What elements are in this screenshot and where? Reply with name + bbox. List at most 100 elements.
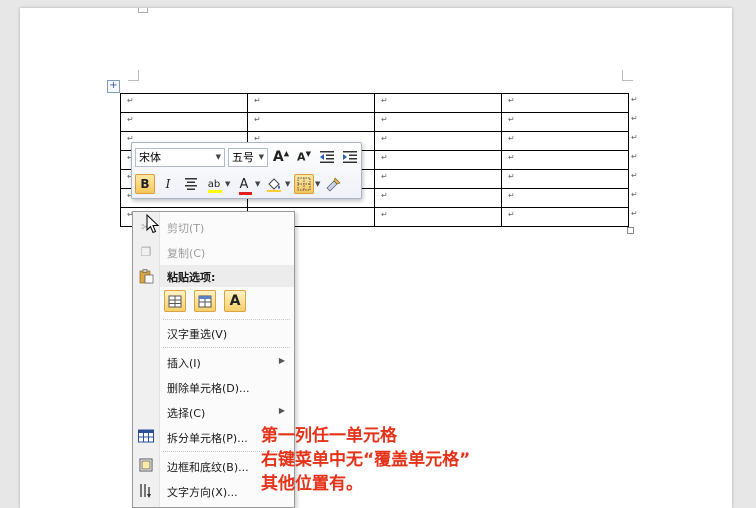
menu-item-copy[interactable]: ❐ 复制(C) <box>133 241 294 263</box>
row-end-mark-icon: ↵ <box>631 133 638 142</box>
table-cell[interactable]: ↵ <box>501 93 629 113</box>
annotation-line-3: 其他位置有。 <box>261 474 363 494</box>
italic-icon: I <box>165 177 171 191</box>
paragraph-mark-icon: ↵ <box>127 115 134 124</box>
grow-font-button[interactable]: A▲ <box>271 147 291 167</box>
menu-item-insert[interactable]: 插入(I) ▶ <box>133 351 294 373</box>
paste-option-merge[interactable] <box>194 290 216 312</box>
table-cell[interactable]: ↵ <box>501 131 629 151</box>
text-direction-icon <box>138 483 154 499</box>
table-cell[interactable]: ↵ <box>501 112 629 132</box>
decrease-indent-icon <box>320 151 334 163</box>
chevron-down-icon[interactable]: ▼ <box>255 180 261 188</box>
menu-item-label: 选择(C) <box>167 407 206 420</box>
chevron-down-icon[interactable]: ▼ <box>285 180 291 188</box>
paste-option-keep-source[interactable] <box>164 290 186 312</box>
table-cell[interactable]: ↵ <box>374 207 502 227</box>
shrink-font-button[interactable]: A▼ <box>294 147 314 167</box>
table-row: ↵ ↵ ↵ ↵ <box>120 93 629 113</box>
row-end-mark-icon: ↵ <box>631 171 638 180</box>
menu-item-label: 汉字重选(V) <box>167 328 228 341</box>
format-painter-icon <box>326 177 341 192</box>
paste-option-text-only[interactable]: A <box>224 290 246 312</box>
margin-corner-mark <box>622 70 633 81</box>
keep-text-only-icon: A <box>229 293 241 309</box>
annotation-line-2: 右键菜单中无“覆盖单元格” <box>261 450 471 470</box>
highlight-icon: ab <box>207 179 222 193</box>
menu-item-label: 插入(I) <box>167 357 201 370</box>
format-painter-button[interactable] <box>324 174 344 194</box>
mini-toolbar: 宋体 ▼ 五号 ▼ A▲ A▼ B I ab ▼ A ▼ ▼ ▼ <box>131 142 362 199</box>
table-cell[interactable]: ↵ <box>120 112 248 132</box>
table-move-handle-icon[interactable]: + <box>107 80 120 93</box>
table-row: ↵ ↵ ↵ ↵ <box>120 112 629 132</box>
menu-item-reconvert[interactable]: 汉字重选(V) <box>133 322 294 344</box>
paragraph-mark-icon: ↵ <box>381 115 388 124</box>
table-cell[interactable]: ↵ <box>374 112 502 132</box>
row-end-mark-icon: ↵ <box>631 190 638 199</box>
keep-source-formatting-icon <box>168 295 182 308</box>
menu-item-delete-cells[interactable]: 删除单元格(D)... <box>133 376 294 398</box>
table-cell[interactable]: ↵ <box>501 188 629 208</box>
paragraph-mark-icon: ↵ <box>254 115 261 124</box>
font-size-value: 五号 <box>232 151 254 164</box>
borders-button[interactable] <box>294 174 314 194</box>
paragraph-mark-icon: ↵ <box>508 172 515 181</box>
margin-corner-mark <box>128 70 139 81</box>
menu-item-label: 粘贴选项: <box>167 271 216 284</box>
bold-button[interactable]: B <box>135 174 155 194</box>
table-cell[interactable]: ↵ <box>501 169 629 189</box>
table-cell[interactable]: ↵ <box>247 93 375 113</box>
table-cell[interactable]: ↵ <box>374 93 502 113</box>
table-cell[interactable]: ↵ <box>374 131 502 151</box>
split-cells-icon <box>138 429 154 445</box>
paragraph-mark-icon: ↵ <box>508 115 515 124</box>
chevron-down-icon[interactable]: ▼ <box>225 180 231 188</box>
table-cell[interactable]: ↵ <box>247 112 375 132</box>
table-cell[interactable]: ↵ <box>374 188 502 208</box>
menu-item-select[interactable]: 选择(C) ▶ <box>133 401 294 423</box>
decrease-indent-button[interactable] <box>317 147 337 167</box>
table-cell[interactable]: ↵ <box>120 93 248 113</box>
menu-paste-options-header: 粘贴选项: <box>133 265 294 287</box>
paragraph-mark-icon: ↵ <box>508 134 515 143</box>
grow-font-icon: A▲ <box>272 149 290 165</box>
row-end-mark-icon: ↵ <box>631 209 638 218</box>
borders-grid-icon <box>297 177 311 191</box>
font-name-combo[interactable]: 宋体 ▼ <box>135 147 225 167</box>
italic-button[interactable]: I <box>158 174 178 194</box>
font-size-combo[interactable]: 五号 ▼ <box>228 147 268 167</box>
mouse-pointer-icon <box>146 214 160 234</box>
increase-indent-button[interactable] <box>340 147 360 167</box>
paragraph-mark-icon: ↵ <box>508 96 515 105</box>
table-cell[interactable]: ↵ <box>501 207 629 227</box>
chevron-down-icon: ▼ <box>215 153 221 161</box>
font-color-button[interactable]: A <box>234 174 254 195</box>
submenu-arrow-icon: ▶ <box>278 406 285 415</box>
shading-button[interactable] <box>264 174 284 194</box>
table-cell[interactable]: ↵ <box>374 169 502 189</box>
row-end-mark-icon: ↵ <box>631 152 638 161</box>
table-cell[interactable]: ↵ <box>374 150 502 170</box>
font-color-icon: A <box>238 177 252 195</box>
paragraph-mark-icon: ↵ <box>381 191 388 200</box>
table-resize-handle[interactable] <box>627 227 634 234</box>
paragraph-mark-icon: ↵ <box>381 210 388 219</box>
row-end-mark-icon: ↵ <box>631 95 638 104</box>
shrink-font-icon: A▼ <box>297 150 311 164</box>
paragraph-mark-icon: ↵ <box>127 96 134 105</box>
bold-icon: B <box>140 177 150 191</box>
center-align-button[interactable] <box>181 174 201 194</box>
paragraph-mark-icon: ↵ <box>508 153 515 162</box>
annotation-line-1: 第一列任一单元格 <box>261 426 397 446</box>
chevron-down-icon[interactable]: ▼ <box>315 180 321 188</box>
merge-formatting-icon <box>198 295 212 308</box>
menu-separator <box>163 347 290 348</box>
table-cell[interactable]: ↵ <box>501 150 629 170</box>
paragraph-mark-icon: ↵ <box>381 96 388 105</box>
highlight-button[interactable]: ab <box>204 174 224 194</box>
menu-item-label: 复制(C) <box>167 247 206 260</box>
paint-bucket-icon <box>267 178 281 192</box>
paste-icon <box>138 268 154 284</box>
menu-item-label: 文字方向(X)... <box>167 486 238 499</box>
